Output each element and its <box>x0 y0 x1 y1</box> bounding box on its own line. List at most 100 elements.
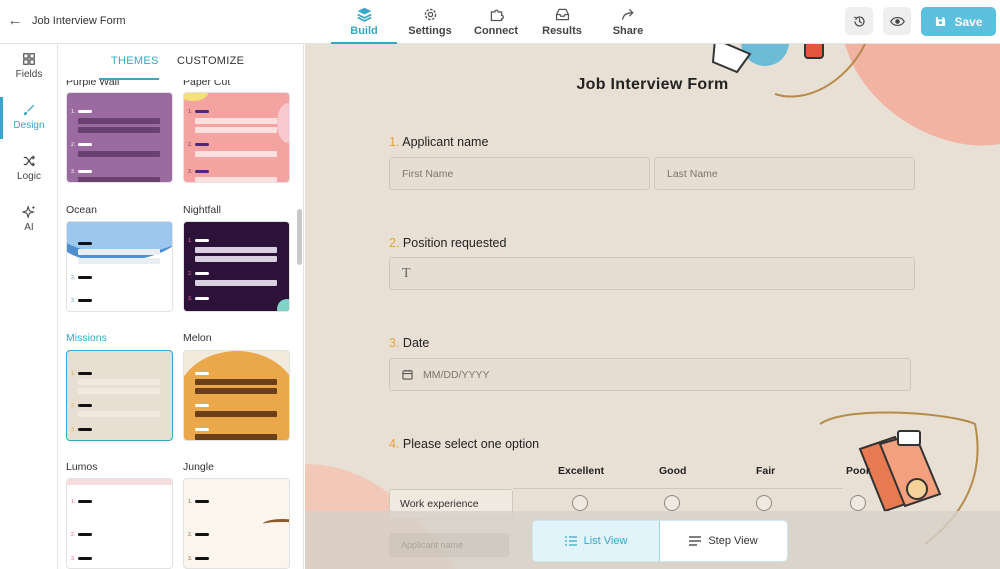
history-button[interactable] <box>845 7 873 35</box>
radio-poor[interactable] <box>850 495 866 511</box>
thumb-dash <box>78 143 92 146</box>
thumb-decoration <box>277 299 289 311</box>
gear-icon <box>424 8 436 21</box>
theme-card-jungle[interactable]: 1. 2. 3. <box>183 478 290 569</box>
nav-build[interactable]: Build <box>331 0 397 44</box>
form-canvas: Job Interview Form 1. Applicant name Fir… <box>305 44 1000 569</box>
nav-connect[interactable]: Connect <box>463 0 529 44</box>
stack-icon <box>356 7 372 22</box>
save-label: Save <box>954 14 983 29</box>
question-select-option[interactable]: 4. Please select one option <box>389 437 539 451</box>
nav-results-label: Results <box>542 25 582 37</box>
thumb-number: 3. <box>71 298 76 304</box>
thumb-bar <box>195 434 277 440</box>
theme-name-ocean: Ocean <box>66 204 97 216</box>
first-name-input[interactable]: First Name <box>389 157 650 190</box>
thumb-dash <box>78 500 92 503</box>
question-position-requested[interactable]: 2. Position requested <box>389 236 506 250</box>
tab-customize[interactable]: CUSTOMIZE <box>177 55 244 67</box>
rail-ai[interactable]: AI <box>0 205 58 251</box>
thumb-number: 1. <box>71 109 76 115</box>
nav-settings[interactable]: Settings <box>397 0 463 44</box>
form-title[interactable]: Job Interview Form <box>305 76 1000 94</box>
thumb-bar <box>195 256 277 262</box>
radio-excellent[interactable] <box>572 495 588 511</box>
ghost-next-field: Applicant name <box>389 533 509 557</box>
panel-scrollbar[interactable] <box>297 209 302 265</box>
grid-icon <box>23 53 35 65</box>
last-name-input[interactable]: Last Name <box>654 157 915 190</box>
back-arrow-icon[interactable]: ← <box>6 12 24 30</box>
thumb-number: 1. <box>188 499 193 505</box>
thumb-dash <box>195 557 209 560</box>
theme-card-lumos[interactable]: 1. 2. 3. <box>66 478 173 569</box>
shuffle-icon <box>23 155 36 167</box>
nav-results[interactable]: Results <box>529 0 595 44</box>
theme-card-nightfall[interactable]: 1. 2. 3. <box>183 221 290 312</box>
thumb-dash <box>78 404 92 407</box>
tab-themes[interactable]: THEMES <box>111 55 159 67</box>
question-label: Please select one option <box>402 437 540 451</box>
thumb-bar <box>78 379 160 385</box>
theme-card-melon[interactable] <box>183 350 290 441</box>
thumb-number: 2. <box>71 142 76 148</box>
matrix-column-fair: Fair <box>756 465 776 477</box>
thumb-dash <box>195 372 209 375</box>
thumb-number: 3. <box>71 427 76 433</box>
save-button[interactable]: Save <box>921 7 996 36</box>
form-title-breadcrumb[interactable]: Job Interview Form <box>32 15 126 27</box>
thumb-dash <box>195 143 209 146</box>
radio-fair[interactable] <box>756 495 772 511</box>
nav-share[interactable]: Share <box>595 0 661 44</box>
thumb-bar <box>78 388 160 394</box>
thumb-bar <box>78 127 160 133</box>
step-view-label: Step View <box>708 535 758 547</box>
calendar-icon <box>402 369 413 380</box>
thumb-bar <box>195 280 277 286</box>
list-view-button[interactable]: List View <box>533 521 660 561</box>
question-number: 4. <box>389 437 400 451</box>
view-toggle: List View Step View <box>532 520 788 562</box>
history-icon <box>853 15 865 27</box>
rail-logic-label: Logic <box>17 171 41 182</box>
active-tab-indicator <box>99 78 159 80</box>
nav-connect-label: Connect <box>474 25 518 37</box>
thumb-number: 3. <box>188 556 193 562</box>
thumb-bar <box>195 151 277 157</box>
question-label: Position requested <box>402 236 507 250</box>
question-label: Date <box>402 336 430 350</box>
date-input[interactable]: MM/DD/YYYY <box>389 358 911 391</box>
thumb-bar <box>195 118 277 124</box>
thumb-dash <box>195 297 209 300</box>
thumb-dash <box>195 170 209 173</box>
preview-button[interactable] <box>883 7 911 35</box>
inbox-icon <box>555 8 569 21</box>
theme-card-missions[interactable]: 1. 2. 3. <box>66 350 173 441</box>
matrix-column-poor: Poor <box>846 465 870 477</box>
thumb-decoration <box>263 519 289 529</box>
theme-panel: THEMES CUSTOMIZE Purple Wall Paper Cut 1… <box>59 44 304 569</box>
rail-logic[interactable]: Logic <box>0 154 58 200</box>
thumb-dash <box>195 239 209 242</box>
sparkle-icon <box>22 205 36 219</box>
thumb-bar <box>195 177 277 182</box>
position-input[interactable]: T <box>389 257 915 290</box>
rail-design[interactable]: Design <box>0 97 58 149</box>
thumb-number: 2. <box>71 403 76 409</box>
thumb-dash <box>78 557 92 560</box>
theme-name-melon: Melon <box>183 332 212 344</box>
thumb-decoration <box>67 479 172 485</box>
thumb-number: 2. <box>188 142 193 148</box>
theme-card-purple-wall[interactable]: 1. 2. 3. <box>66 92 173 183</box>
thumb-dash <box>78 299 92 302</box>
theme-card-paper-cut[interactable]: 1. 2. 3. <box>183 92 290 183</box>
question-applicant-name[interactable]: 1. Applicant name <box>389 135 488 149</box>
rail-fields[interactable]: Fields <box>0 52 58 98</box>
radio-good[interactable] <box>664 495 680 511</box>
thumb-bar <box>78 411 160 417</box>
step-view-button[interactable]: Step View <box>660 521 787 561</box>
question-date[interactable]: 3. Date <box>389 336 429 350</box>
theme-card-ocean[interactable]: 2. 3. <box>66 221 173 312</box>
thumb-dash <box>195 272 209 275</box>
thumb-bar <box>78 249 160 255</box>
